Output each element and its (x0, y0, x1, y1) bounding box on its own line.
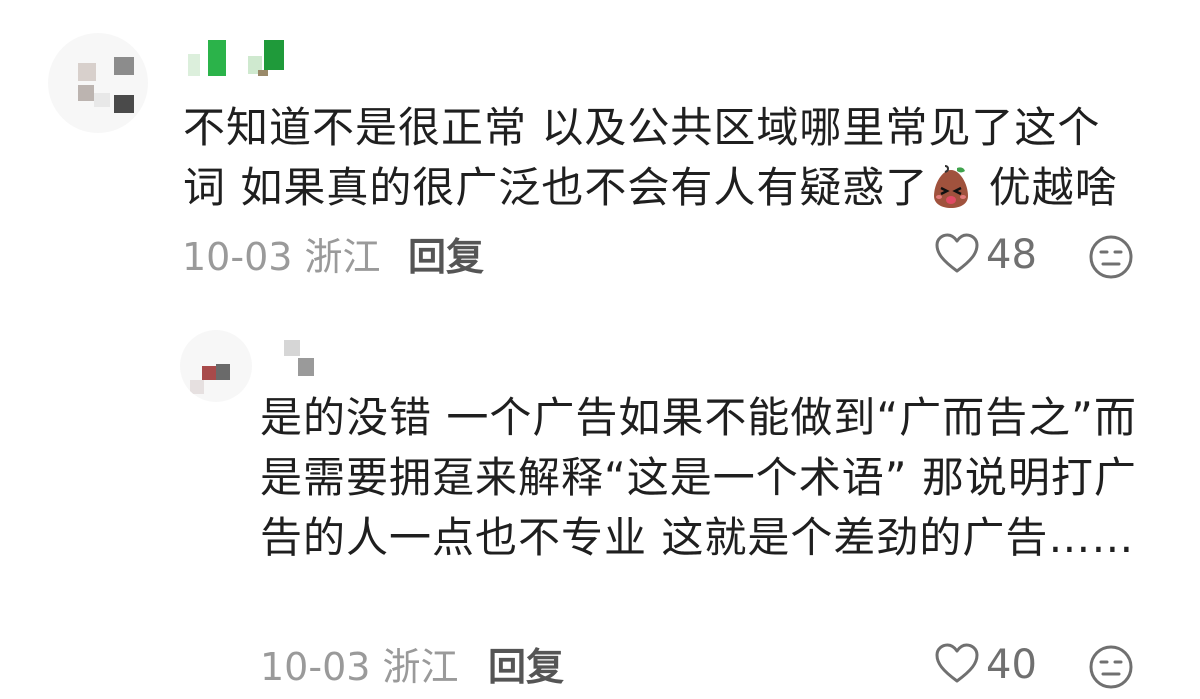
dislike-face-icon[interactable] (1088, 234, 1134, 280)
comment-date: 10-03 (182, 235, 293, 279)
reply-avatar[interactable] (180, 330, 252, 402)
like-button[interactable]: 48 (934, 230, 1037, 280)
reply-location: 浙江 (382, 645, 459, 689)
username-masked[interactable] (188, 38, 288, 78)
like-button[interactable]: 40 (934, 640, 1037, 690)
like-count: 48 (986, 232, 1037, 278)
reply-meta: 10-03 浙江 (260, 642, 459, 692)
reply-button[interactable]: 回复 (408, 232, 484, 282)
comment-location: 浙江 (304, 235, 381, 279)
reply-button[interactable]: 回复 (488, 642, 564, 692)
like-count: 40 (986, 642, 1037, 688)
avatar[interactable] (48, 33, 148, 133)
reply-date: 10-03 (260, 645, 371, 689)
comment-meta: 10-03 浙江 (182, 232, 381, 282)
reply-content: 是的没错 一个广告如果不能做到“广而告之”而是需要拥趸来解释“这是一个术语” 那… (260, 393, 1137, 562)
heart-icon (934, 642, 980, 688)
confused-bag-emoji (928, 164, 974, 210)
comment-content: 不知道不是很正常 以及公共区域哪里常见了这个词 如果真的很广泛也不会有人有疑惑了… (183, 98, 1143, 218)
dislike-face-icon[interactable] (1088, 644, 1134, 690)
reply-username-masked[interactable] (284, 340, 334, 380)
comment-text-tail: 优越啥 (974, 163, 1118, 212)
heart-icon (934, 232, 980, 278)
